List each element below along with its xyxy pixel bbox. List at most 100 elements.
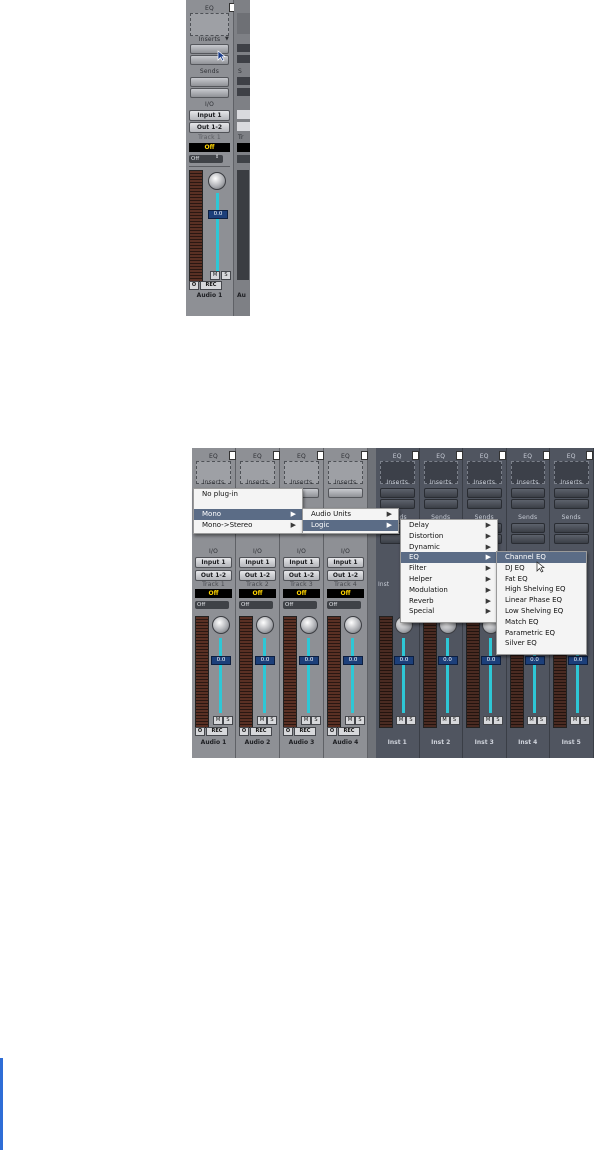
channel-name[interactable]: Audio 3	[280, 739, 323, 746]
insert-slot[interactable]	[423, 499, 458, 509]
automation-off-button[interactable]: Off	[195, 589, 232, 598]
send-slot[interactable]	[510, 523, 545, 533]
link-icon[interactable]	[273, 451, 280, 460]
link-icon[interactable]	[361, 451, 368, 460]
pan-knob[interactable]	[256, 616, 274, 634]
output-button[interactable]: Out 1-2	[239, 570, 276, 581]
volume-value[interactable]: 0.0	[568, 656, 588, 665]
output-mode-button[interactable]: O	[189, 281, 199, 290]
solo-button[interactable]: S	[355, 716, 365, 725]
inserts-label[interactable]: Inserts	[376, 479, 419, 486]
volume-value[interactable]: 0.0	[524, 656, 545, 665]
volume-fader[interactable]	[307, 638, 310, 713]
solo-button[interactable]: S	[221, 271, 231, 280]
send-slot[interactable]	[510, 534, 545, 544]
automation-mode-select[interactable]: Off	[195, 601, 229, 609]
record-enable-button[interactable]: REC	[200, 281, 222, 290]
inserts-label[interactable]: Inserts	[507, 479, 550, 486]
menu-item[interactable]: Match EQ	[497, 617, 586, 628]
volume-fader[interactable]	[351, 638, 354, 713]
automation-off-button[interactable]: Off	[327, 589, 364, 598]
link-icon[interactable]	[412, 451, 419, 460]
volume-value[interactable]: 0.0	[255, 656, 275, 665]
solo-button[interactable]: S	[267, 716, 277, 725]
pan-knob[interactable]	[300, 616, 318, 634]
automation-mode-select[interactable]: Off	[327, 601, 361, 609]
insert-slot[interactable]	[510, 488, 545, 498]
solo-button[interactable]: S	[449, 716, 460, 725]
volume-fader[interactable]	[216, 193, 219, 271]
output-mode-button[interactable]: O	[195, 727, 205, 736]
inserts-label[interactable]: Inserts	[236, 479, 279, 486]
mute-button[interactable]: M	[345, 716, 355, 725]
menu-item[interactable]: High Shelving EQ	[497, 584, 586, 595]
inserts-label[interactable]: Inserts	[192, 479, 235, 486]
send-slot[interactable]	[554, 534, 589, 544]
channel-name[interactable]: Inst 5	[550, 739, 593, 746]
output-mode-button[interactable]: O	[239, 727, 249, 736]
volume-value[interactable]: 0.0	[437, 656, 458, 665]
output-button[interactable]: Out 1-2	[283, 570, 320, 581]
volume-fader[interactable]	[489, 638, 492, 713]
output-button[interactable]: Out 1-2	[189, 122, 230, 133]
automation-mode-select[interactable]: Off	[283, 601, 317, 609]
menu-item[interactable]: Dynamic ▶	[401, 542, 497, 553]
inserts-label[interactable]: Inserts	[280, 479, 323, 486]
solo-button[interactable]: S	[223, 716, 233, 725]
insert-slot[interactable]	[554, 499, 589, 509]
menu-item[interactable]: Mono->Stereo ▶	[194, 520, 302, 531]
insert-slot[interactable]	[510, 499, 545, 509]
output-mode-button[interactable]: O	[327, 727, 337, 736]
mute-button[interactable]: M	[301, 716, 311, 725]
menu-item[interactable]: EQ ▶	[401, 552, 497, 564]
channel-name[interactable]: Audio 1	[186, 292, 233, 299]
pan-knob[interactable]	[344, 616, 362, 634]
solo-button[interactable]: S	[536, 716, 547, 725]
channel-name[interactable]: Audio 2	[236, 739, 279, 746]
record-enable-button[interactable]: REC	[206, 727, 228, 736]
record-enable-button[interactable]: REC	[250, 727, 272, 736]
output-button[interactable]: Out 1-2	[195, 570, 232, 581]
channel-name[interactable]: Inst 1	[376, 739, 419, 746]
volume-value[interactable]: 0.0	[394, 656, 414, 665]
menu-item[interactable]: Delay ▶	[401, 520, 497, 531]
menu-item[interactable]: Reverb ▶	[401, 596, 497, 607]
menu-item[interactable]: Special ▶	[401, 606, 497, 617]
menu-item[interactable]: Low Shelving EQ	[497, 606, 586, 617]
insert-slot[interactable]	[554, 488, 589, 498]
output-mode-button[interactable]: O	[283, 727, 293, 736]
solo-button[interactable]: S	[493, 716, 503, 725]
send-slot[interactable]	[554, 523, 589, 533]
solo-button[interactable]: S	[580, 716, 590, 725]
mute-button[interactable]: M	[213, 716, 223, 725]
volume-fader[interactable]	[263, 638, 266, 713]
inserts-label[interactable]: Inserts	[463, 479, 506, 486]
output-button[interactable]: Out 1-2	[327, 570, 364, 581]
volume-value[interactable]: 0.0	[343, 656, 363, 665]
menu-item[interactable]: Silver EQ	[497, 638, 586, 649]
menu-item[interactable]: Logic ▶	[303, 519, 398, 531]
volume-value[interactable]: 0.0	[481, 656, 501, 665]
mute-button[interactable]: M	[526, 716, 537, 725]
channel-name[interactable]: Audio 1	[192, 739, 235, 746]
inserts-label[interactable]: Inserts	[324, 479, 367, 486]
link-icon[interactable]	[455, 451, 463, 460]
volume-fader[interactable]	[445, 638, 449, 713]
insert-slot[interactable]	[423, 488, 458, 498]
input-button[interactable]: Input 1	[283, 557, 320, 568]
inserts-label[interactable]: Inserts	[420, 479, 463, 486]
insert-slot[interactable]	[467, 499, 502, 509]
menu-item[interactable]: No plug-in	[194, 489, 302, 500]
channel-name[interactable]: Inst 4	[507, 739, 550, 746]
record-enable-button[interactable]: REC	[294, 727, 316, 736]
pan-knob[interactable]	[208, 172, 226, 190]
menu-item[interactable]: Filter ▶	[401, 563, 497, 574]
input-button[interactable]: Input 1	[327, 557, 364, 568]
menu-item[interactable]: Linear Phase EQ	[497, 595, 586, 606]
menu-item[interactable]: Mono ▶	[194, 508, 302, 520]
link-icon[interactable]	[542, 451, 550, 460]
link-icon[interactable]	[317, 451, 324, 460]
menu-item[interactable]: Helper ▶	[401, 574, 497, 585]
channel-name[interactable]: Audio 4	[324, 739, 367, 746]
mute-button[interactable]: M	[439, 716, 450, 725]
